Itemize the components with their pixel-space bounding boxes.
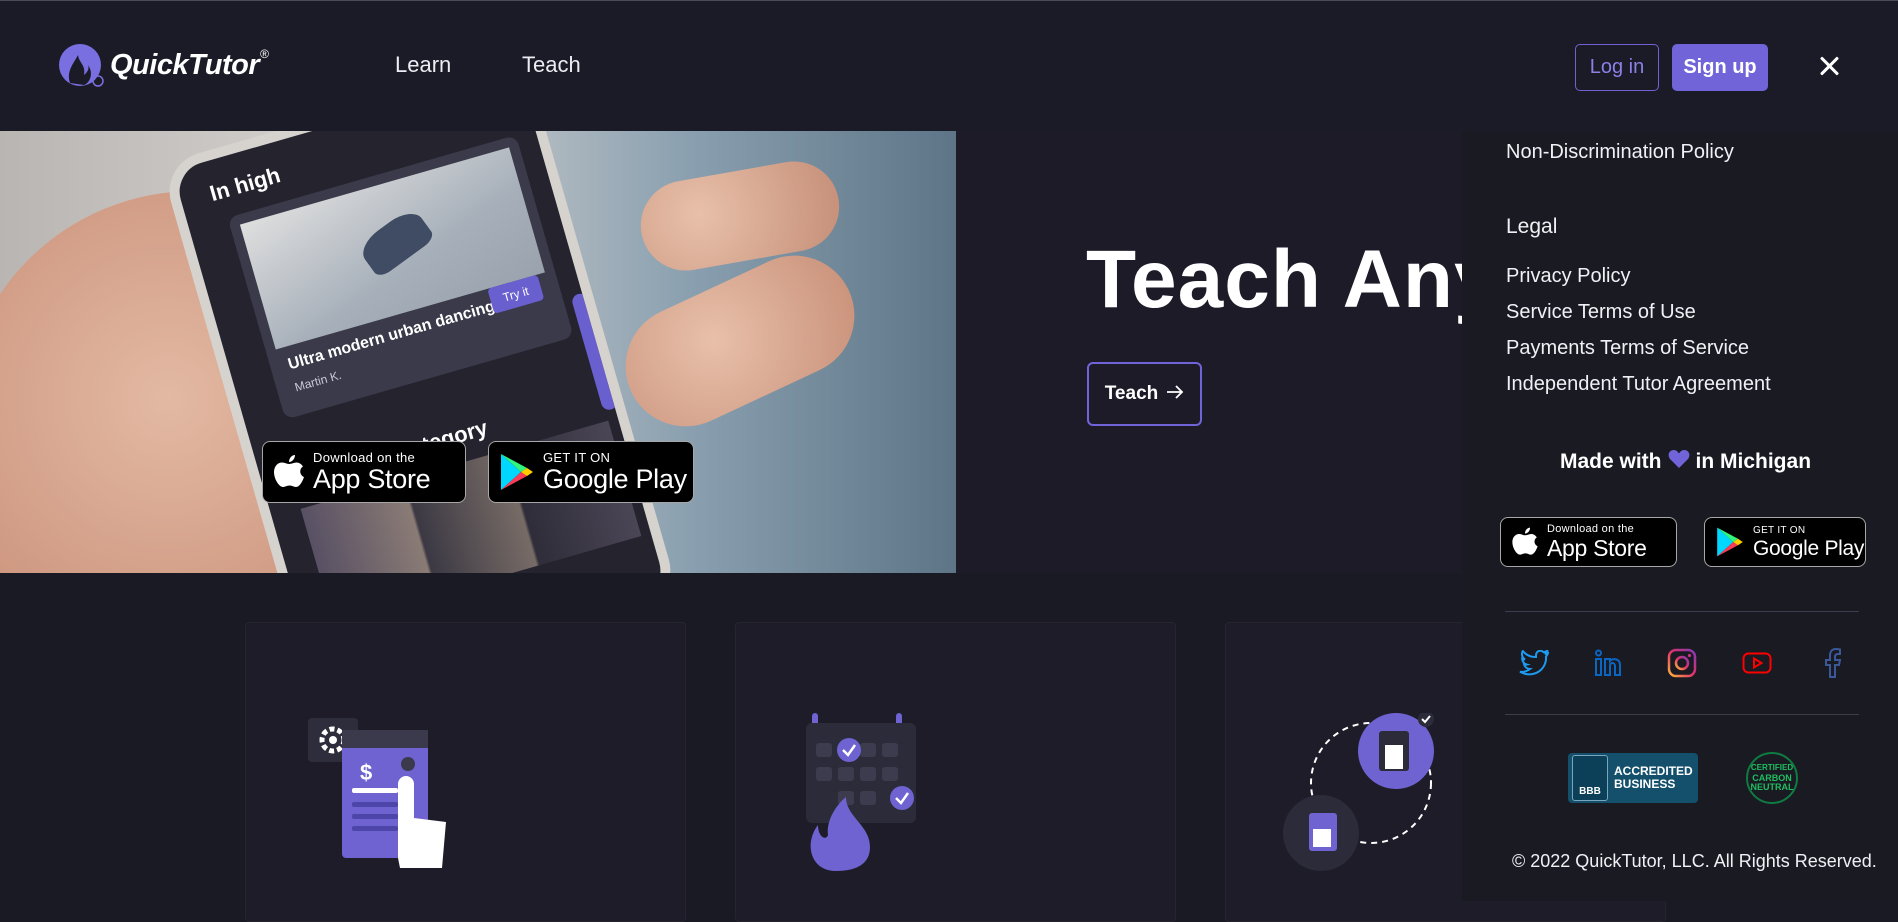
teach-cta-label: Teach — [1104, 383, 1159, 404]
panel-app-store-badge[interactable]: Download on the App Store — [1500, 517, 1677, 567]
login-button[interactable]: Log in — [1575, 44, 1659, 91]
panel-divider — [1505, 611, 1859, 612]
service-terms-link[interactable]: Service Terms of Use — [1506, 301, 1696, 324]
made-with-suffix: in Michigan — [1695, 450, 1812, 473]
phone-top-text: In high — [206, 162, 284, 207]
calendar-fire-illustration-icon — [806, 713, 916, 871]
youtube-icon[interactable] — [1740, 646, 1774, 680]
app-store-big-text: App Store — [1547, 535, 1647, 561]
thumb-shape — [605, 235, 875, 447]
teach-cta-button[interactable]: Teach — [1087, 362, 1202, 426]
quicktutor-logo-icon — [56, 41, 104, 89]
pricing-illustration-icon: $ — [308, 718, 446, 868]
google-play-big-text: Google Play — [543, 464, 687, 494]
payments-terms-link[interactable]: Payments Terms of Service — [1506, 337, 1749, 360]
logo[interactable]: QuickTutor® — [56, 41, 269, 89]
hero-app-store-badge[interactable]: Download on the App Store — [262, 441, 466, 503]
phone-lesson-author: Martin K. — [293, 367, 344, 395]
site-header: QuickTutor® Learn Teach Log in Sign up — [0, 1, 1898, 131]
hero-phone-image: In high Ultra modern urban dancing Marti… — [0, 131, 956, 573]
made-with-prefix: Made with — [1560, 450, 1662, 473]
feature-card-scheduling — [735, 622, 1176, 922]
phone-lesson-photo — [239, 147, 545, 350]
google-play-icon — [1715, 526, 1745, 558]
app-store-small-text: Download on the — [1547, 523, 1635, 535]
instagram-icon[interactable] — [1665, 646, 1699, 680]
facebook-icon[interactable] — [1815, 646, 1849, 680]
hero-google-play-badge[interactable]: GET IT ON Google Play — [488, 441, 694, 503]
arrow-right-icon — [1166, 383, 1184, 405]
logo-text: QuickTutor® — [110, 46, 269, 81]
dancer-figure — [355, 205, 436, 280]
bbb-logo: BBB — [1572, 755, 1608, 801]
phone-scroll-accent — [570, 291, 619, 412]
nav-learn[interactable]: Learn — [395, 52, 451, 78]
copyright-text: © 2022 QuickTutor, LLC. All Rights Reser… — [1512, 851, 1877, 871]
panel-divider — [1505, 714, 1859, 715]
hero-text-area — [956, 131, 1462, 573]
nav-teach[interactable]: Teach — [522, 52, 581, 78]
bbb-accredited-badge[interactable]: BBB ACCREDITED BUSINESS — [1568, 753, 1698, 803]
panel-google-play-badge[interactable]: GET IT ON Google Play — [1704, 517, 1866, 567]
app-store-big-text: App Store — [313, 464, 431, 494]
app-store-small-text: Download on the — [313, 450, 416, 465]
tutor-agreement-link[interactable]: Independent Tutor Agreement — [1506, 373, 1771, 396]
non-discrimination-link[interactable]: Non-Discrimination Policy — [1506, 141, 1734, 164]
close-icon[interactable] — [1814, 51, 1844, 81]
apple-icon — [273, 453, 305, 491]
privacy-policy-link[interactable]: Privacy Policy — [1506, 265, 1630, 288]
google-play-small-text: GET IT ON — [543, 450, 611, 465]
heart-icon — [1668, 449, 1690, 475]
bbb-text: ACCREDITED BUSINESS — [1614, 763, 1693, 791]
linkedin-icon[interactable] — [1591, 646, 1625, 680]
google-play-icon — [499, 452, 535, 492]
google-play-big-text: Google Play — [1753, 536, 1865, 560]
svg-text:$: $ — [360, 760, 372, 785]
google-play-small-text: GET IT ON — [1753, 524, 1806, 536]
apple-icon — [1511, 526, 1539, 558]
made-with-text: Made with in Michigan — [1560, 449, 1811, 475]
hero-heading: Teach Any — [1086, 234, 1501, 325]
twitter-icon[interactable] — [1517, 646, 1551, 680]
legal-heading: Legal — [1506, 215, 1558, 238]
feature-card-pricing: $ — [245, 622, 686, 922]
carbon-neutral-badge: CERTIFIED CARBON NEUTRAL — [1746, 752, 1798, 804]
signup-button[interactable]: Sign up — [1672, 44, 1768, 91]
connect-illustration-icon — [1283, 713, 1434, 871]
